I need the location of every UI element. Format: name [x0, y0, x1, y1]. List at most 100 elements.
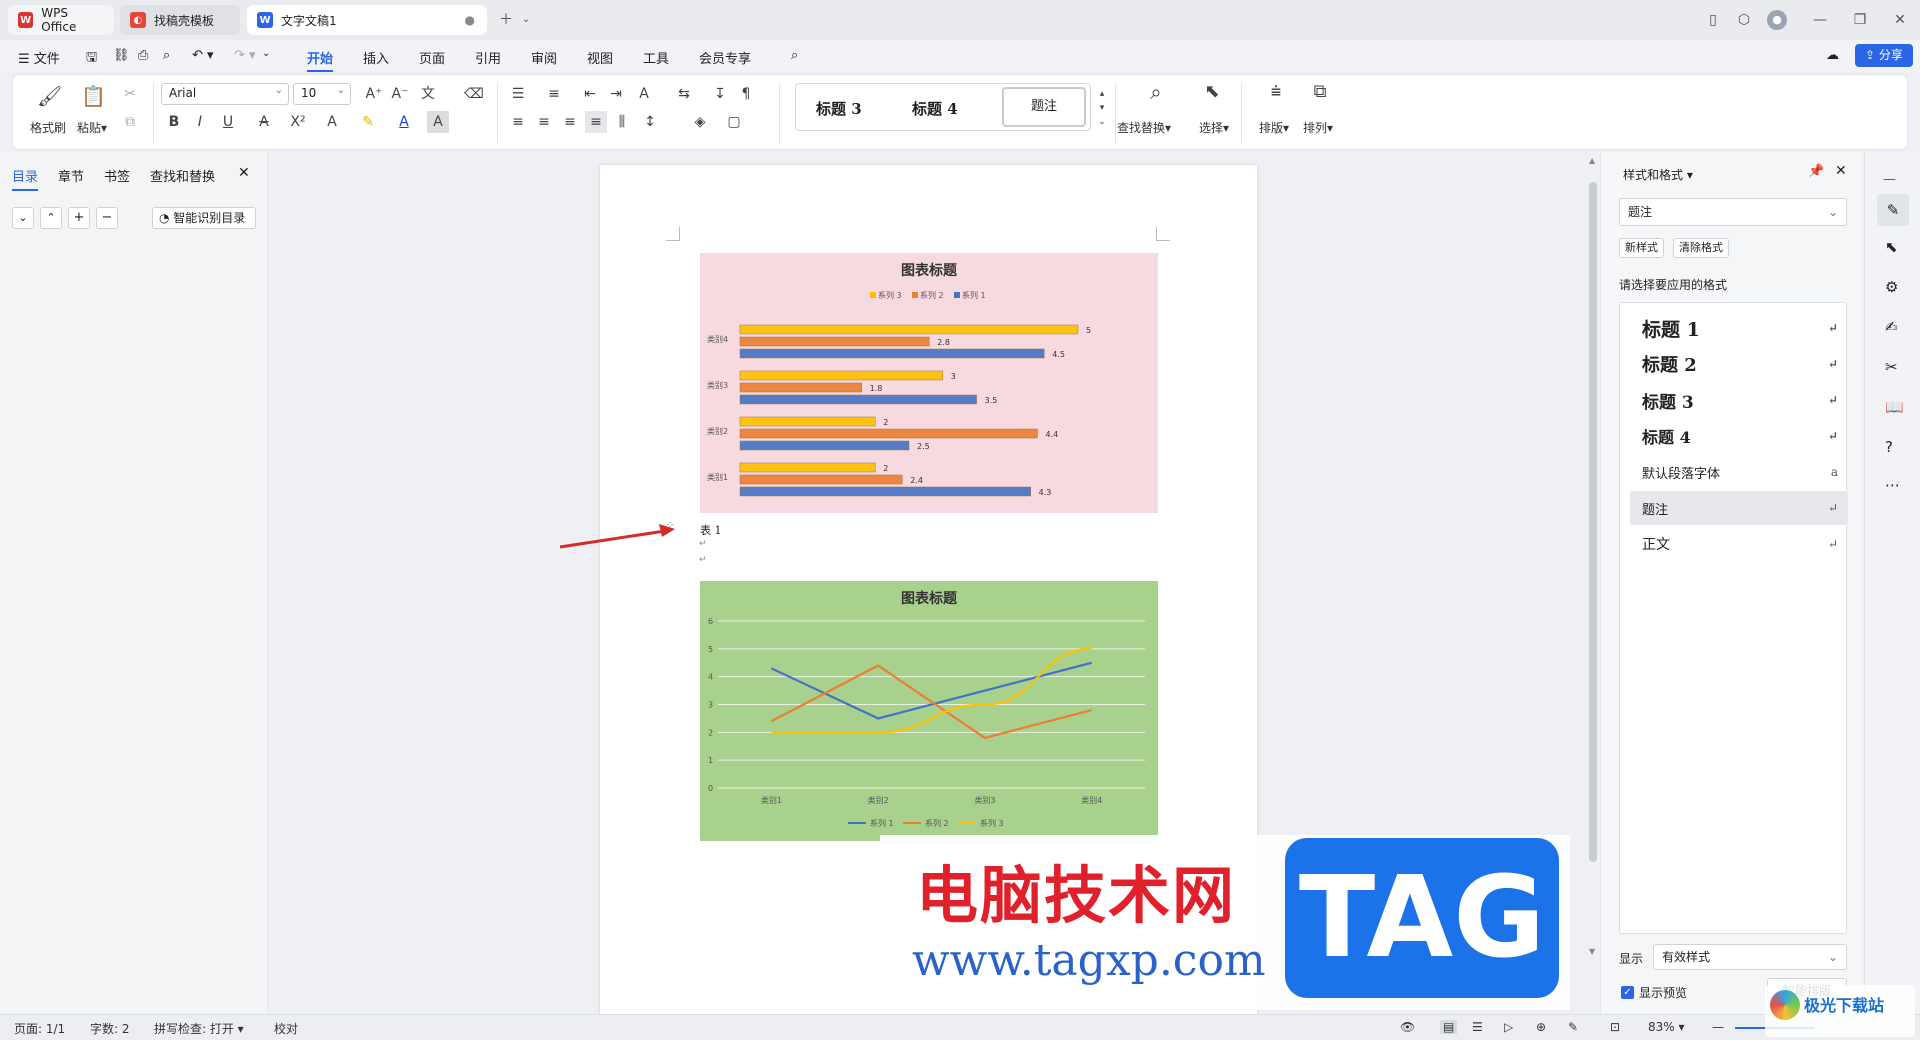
distribute-icon[interactable]: ⫼	[611, 111, 633, 133]
expand-icon[interactable]: ⌃	[40, 207, 62, 229]
current-style-select[interactable]: 题注 ⌄	[1619, 198, 1847, 226]
increase-indent-icon[interactable]: ⇥	[605, 83, 627, 105]
paste-icon[interactable]: 📋	[81, 85, 106, 107]
close-icon[interactable]: ✕	[1890, 10, 1910, 30]
scroll-thumb[interactable]	[1589, 182, 1597, 862]
proofread-button[interactable]: 校对	[274, 1020, 298, 1037]
unsaved-dot-icon[interactable]: ●	[465, 13, 475, 27]
select-cursor-icon[interactable]: ⬉	[1201, 81, 1223, 103]
cube-icon[interactable]: ⬡	[1734, 10, 1754, 30]
style-heading4[interactable]: 标题 4	[912, 98, 958, 119]
shrink-font-icon[interactable]: A⁻	[389, 83, 411, 105]
style-item-default-font[interactable]: 默认段落字体 a	[1630, 455, 1848, 489]
superscript-icon[interactable]: X²	[287, 111, 309, 133]
sort-icon[interactable]: ↧	[709, 83, 731, 105]
tab-find-replace[interactable]: 查找和替换	[150, 166, 215, 185]
cut-icon[interactable]: ✂	[119, 83, 141, 105]
remove-icon[interactable]: −	[96, 207, 118, 229]
menu-membership[interactable]: 会员专享	[699, 48, 751, 67]
styles-icon[interactable]: ✎	[1877, 194, 1909, 226]
text-direction-icon[interactable]: A	[633, 83, 655, 105]
justify-icon[interactable]: ≡	[585, 111, 607, 133]
bar-chart[interactable]: 图表标题系列 3 系列 2 系列 1 类别1 2 2.4 4.3 类别2 2 4.4 2.5 类别3 3…	[700, 253, 1158, 513]
line-spacing-icon[interactable]: ↕	[639, 111, 661, 133]
zoom-out-icon[interactable]: —	[1712, 1020, 1724, 1034]
tab-toc[interactable]: 目录	[12, 166, 39, 191]
style-item-body[interactable]: 正文 ↵	[1630, 527, 1848, 561]
clear-format-button[interactable]: 清除格式	[1673, 238, 1729, 258]
close-icon[interactable]: ✕	[1835, 163, 1847, 179]
menu-home[interactable]: 开始	[307, 48, 334, 72]
style-item-heading4[interactable]: 标题 4 ↵	[1630, 419, 1848, 453]
grow-font-icon[interactable]: A⁺	[363, 83, 385, 105]
new-tab-icon[interactable]: ＋	[496, 10, 516, 30]
show-filter-select[interactable]: 有效样式 ⌄	[1653, 944, 1847, 970]
vertical-scrollbar[interactable]: ▲ ▼	[1586, 152, 1600, 1014]
tools-icon[interactable]: ✂	[1885, 358, 1898, 376]
menu-references[interactable]: 引用	[475, 48, 501, 67]
menu-page[interactable]: 页面	[419, 48, 445, 67]
decrease-indent-icon[interactable]: ⇤	[579, 83, 601, 105]
book-icon[interactable]: 📖	[1885, 398, 1904, 416]
new-style-button[interactable]: 新样式	[1619, 238, 1664, 258]
align-right-icon[interactable]: ≡	[559, 111, 581, 133]
tab-document[interactable]: W 文字文稿1 ●	[247, 5, 487, 35]
scroll-down-icon[interactable]: ▼	[1589, 947, 1595, 956]
format-painter-label[interactable]: 格式刷	[30, 119, 66, 136]
char-shading-icon[interactable]: A	[427, 111, 449, 133]
search-icon[interactable]: ⌕	[791, 48, 798, 63]
phonetic-icon[interactable]: 文	[417, 83, 439, 105]
fit-icon[interactable]: ⊡	[1610, 1020, 1620, 1034]
tab-template[interactable]: ◐ 找稿壳模板	[120, 5, 240, 35]
highlight-icon[interactable]: ✎	[357, 111, 379, 133]
more-icon[interactable]: ⋯	[1885, 476, 1900, 494]
minimize-panel-icon[interactable]: —	[1883, 172, 1896, 187]
menu-review[interactable]: 审阅	[531, 48, 557, 67]
italic-icon[interactable]: I	[189, 111, 211, 133]
underline-icon[interactable]: U	[217, 111, 239, 133]
layout-button[interactable]: 排版▾	[1259, 119, 1289, 136]
style-item-heading2[interactable]: 标题 2 ↵	[1630, 347, 1848, 381]
clear-format-icon[interactable]: ⌫	[463, 83, 485, 105]
page-indicator[interactable]: 页面: 1/1	[14, 1020, 65, 1037]
preview-checkbox[interactable]: ✓	[1621, 986, 1634, 999]
share-button[interactable]: ⇪ 分享	[1855, 44, 1913, 67]
bold-icon[interactable]: B	[163, 111, 185, 133]
menu-tools[interactable]: 工具	[643, 48, 669, 67]
style-item-heading3[interactable]: 标题 3 ↵	[1630, 383, 1848, 417]
undo-icon[interactable]: ↶ ▾	[192, 48, 214, 63]
menu-view[interactable]: 视图	[587, 48, 613, 67]
word-count[interactable]: 字数: 2	[90, 1020, 130, 1037]
typeset-icon[interactable]: ⩧	[1265, 81, 1287, 103]
copy-icon[interactable]: ⧉	[119, 111, 141, 133]
shading-icon[interactable]: ◈	[689, 111, 711, 133]
tab-chapter[interactable]: 章节	[58, 166, 84, 185]
align-center-icon[interactable]: ≡	[533, 111, 555, 133]
pane-title[interactable]: 样式和格式 ▾	[1623, 166, 1693, 183]
font-name-select[interactable]: Arial ⌄	[161, 83, 289, 105]
style-item-heading1[interactable]: 标题 1 ↵	[1630, 311, 1848, 345]
print-icon[interactable]: ⎙	[138, 48, 148, 63]
paste-label[interactable]: 粘贴▾	[77, 119, 107, 136]
numbered-list-icon[interactable]: ≡	[543, 83, 565, 105]
swap-icon[interactable]: ⇆	[673, 83, 695, 105]
scroll-up-icon[interactable]: ▲	[1589, 156, 1595, 165]
minimize-icon[interactable]: —	[1810, 10, 1830, 30]
web-view-icon[interactable]: ⊕	[1536, 1020, 1546, 1034]
avatar[interactable]: ●	[1767, 10, 1787, 30]
style-item-caption[interactable]: 题注 ↵	[1630, 491, 1848, 525]
arrange-icon[interactable]: ⧉	[1309, 81, 1331, 103]
more-chevron-icon[interactable]: ⌄	[262, 48, 270, 59]
align-left-icon[interactable]: ≡	[507, 111, 529, 133]
edit-icon[interactable]: ✍	[1885, 318, 1898, 336]
play-icon[interactable]: ▷	[1504, 1020, 1513, 1034]
eye-icon[interactable]: 👁	[1400, 1020, 1415, 1034]
text-effect-icon[interactable]: A	[321, 111, 343, 133]
zoom-level[interactable]: 83% ▾	[1648, 1020, 1685, 1034]
font-color-icon[interactable]: A	[393, 111, 415, 133]
menu-insert[interactable]: 插入	[363, 48, 389, 67]
print-preview-icon[interactable]: ⌕	[163, 48, 170, 63]
tab-bookmark[interactable]: 书签	[104, 166, 130, 185]
help-icon[interactable]: ?	[1885, 438, 1893, 456]
outline-view-icon[interactable]: ☰	[1472, 1020, 1483, 1034]
